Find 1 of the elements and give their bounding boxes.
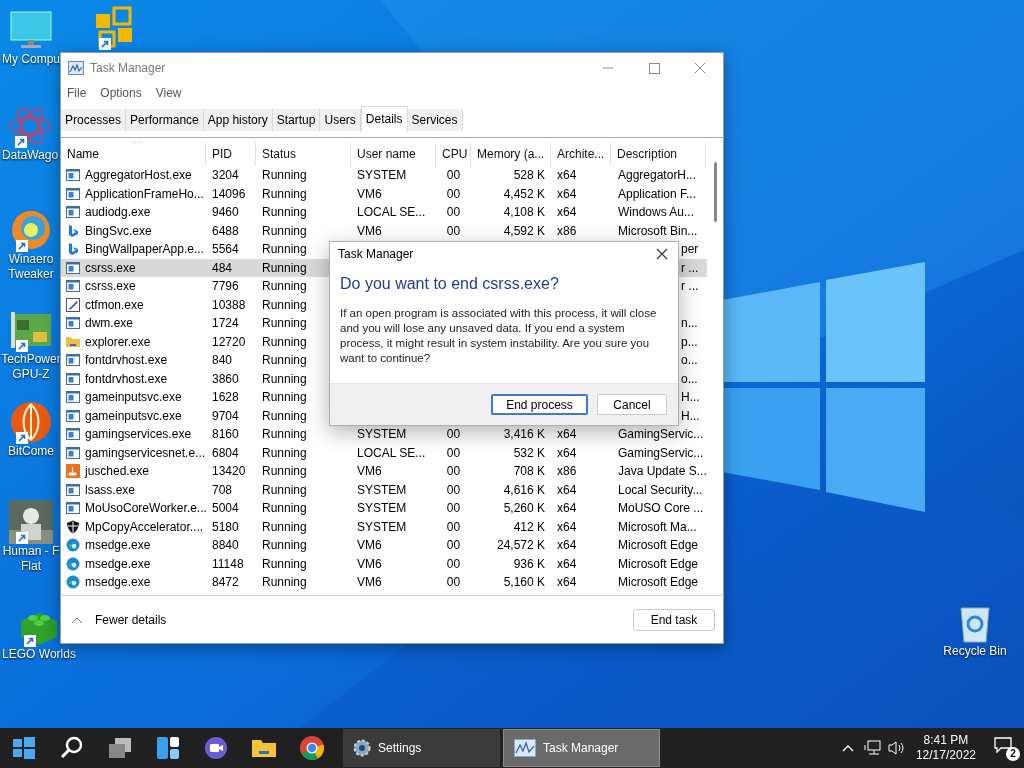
notification-count: 2 (1006, 747, 1020, 761)
